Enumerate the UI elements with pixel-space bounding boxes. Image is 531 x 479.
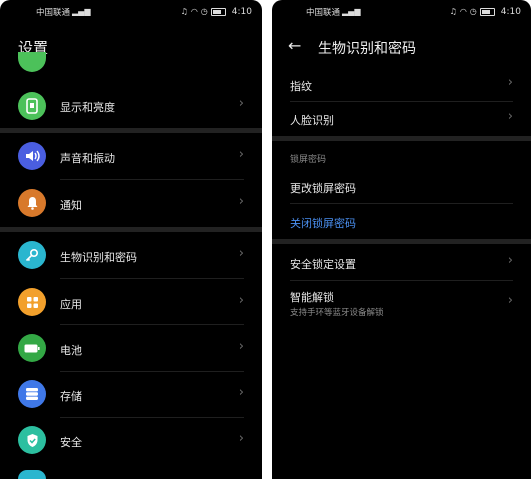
chevron-right-icon: ›: [238, 194, 244, 209]
settings-item-label: 应用: [60, 298, 82, 311]
carrier-label: 中国联通: [306, 8, 341, 18]
back-arrow-icon[interactable]: ←: [288, 36, 301, 55]
status-left: 中国联通 ▂▄▆: [36, 6, 91, 19]
alarm-icon: ◷: [469, 7, 477, 16]
settings-item-security[interactable]: 安全 ›: [0, 422, 262, 462]
item-face-recognition[interactable]: 人脸识别 ›: [272, 104, 531, 134]
signal-icon: ▂▄▆: [72, 7, 91, 16]
carrier-label: 中国联通: [36, 8, 71, 18]
settings-item-label: 声音和振动: [60, 152, 115, 165]
partial-top-icon: [18, 52, 46, 72]
item-security-lock-settings[interactable]: 安全锁定设置 ›: [272, 248, 531, 278]
settings-item-label: 安全: [60, 436, 82, 449]
partial-bottom-icon: [18, 470, 46, 479]
chevron-right-icon: ›: [238, 431, 244, 446]
row-divider: [60, 417, 244, 418]
sound-vibration-icon: [18, 142, 46, 170]
item-label: 安全锁定设置: [290, 258, 356, 271]
storage-icon: [18, 380, 46, 408]
settings-item-storage[interactable]: 存储 ›: [0, 376, 262, 416]
chevron-right-icon: ›: [507, 293, 513, 308]
section-header-lock-password: 锁屏密码: [290, 155, 327, 165]
row-divider: [290, 101, 513, 102]
battery-status-icon: [479, 8, 495, 16]
row-divider: [60, 324, 244, 325]
bell-icon: [18, 189, 46, 217]
music-icon: ♫: [180, 7, 188, 16]
music-icon: ♫: [449, 7, 457, 16]
chevron-right-icon: ›: [507, 109, 513, 124]
chevron-right-icon: ›: [238, 293, 244, 308]
item-change-lock-password[interactable]: 更改锁屏密码: [272, 172, 531, 202]
item-sublabel: 支持手环等蓝牙设备解锁: [290, 308, 384, 318]
item-label: 智能解锁: [290, 291, 334, 304]
item-label: 更改锁屏密码: [290, 182, 356, 195]
signal-icon: ▂▄▆: [342, 7, 361, 16]
clock: 4:10: [231, 7, 252, 17]
settings-item-display[interactable]: 显示和亮度 ›: [0, 88, 262, 124]
key-icon: [18, 241, 46, 269]
status-right: ♫ ◠ ◷ 4:10: [450, 7, 521, 17]
row-divider: [60, 179, 244, 180]
settings-screen: 中国联通 ▂▄▆ ♫ ◠ ◷ 4:10 设置 显示和亮度 › 声音和振动 › 通…: [0, 0, 262, 479]
page-title: 生物识别和密码: [318, 41, 416, 57]
shield-icon: [18, 426, 46, 454]
settings-item-label: 生物识别和密码: [60, 251, 137, 264]
status-right: ♫ ◠ ◷ 4:10: [181, 7, 252, 17]
row-divider: [60, 371, 244, 372]
chevron-right-icon: ›: [238, 385, 244, 400]
row-divider: [290, 280, 513, 281]
item-label: 指纹: [290, 80, 312, 93]
battery-icon: [18, 334, 46, 362]
status-left: 中国联通 ▂▄▆: [306, 6, 361, 19]
chevron-right-icon: ›: [507, 253, 513, 268]
group-separator: [0, 128, 262, 133]
settings-item-biometrics[interactable]: 生物识别和密码 ›: [0, 237, 262, 277]
group-separator: [272, 239, 531, 244]
settings-item-notifications[interactable]: 通知 ›: [0, 184, 262, 224]
settings-item-label: 通知: [60, 199, 82, 212]
item-smart-unlock[interactable]: 智能解锁 支持手环等蓝牙设备解锁 ›: [272, 284, 531, 324]
settings-item-label: 存储: [60, 390, 82, 403]
chevron-right-icon: ›: [238, 147, 244, 162]
battery-status-icon: [210, 8, 226, 16]
row-divider: [290, 203, 513, 204]
group-separator: [272, 136, 531, 141]
chevron-right-icon: ›: [238, 246, 244, 261]
wifi-icon: ◠: [459, 7, 467, 16]
biometrics-screen: 中国联通 ▂▄▆ ♫ ◠ ◷ 4:10 ← 生物识别和密码 指纹 › 人脸识别 …: [272, 0, 531, 479]
settings-item-apps[interactable]: 应用 ›: [0, 283, 262, 323]
group-separator: [0, 227, 262, 232]
apps-grid-icon: [18, 288, 46, 316]
wifi-icon: ◠: [190, 7, 198, 16]
item-label: 关闭锁屏密码: [290, 217, 356, 230]
item-disable-lock-password[interactable]: 关闭锁屏密码: [272, 207, 531, 237]
item-label: 人脸识别: [290, 114, 334, 127]
settings-item-sound[interactable]: 声音和振动 ›: [0, 138, 262, 178]
chevron-right-icon: ›: [238, 96, 244, 111]
chevron-right-icon: ›: [238, 339, 244, 354]
status-bar: 中国联通 ▂▄▆ ♫ ◠ ◷ 4:10: [272, 0, 531, 24]
alarm-icon: ◷: [200, 7, 208, 16]
clock: 4:10: [500, 7, 521, 17]
status-bar: 中国联通 ▂▄▆ ♫ ◠ ◷ 4:10: [0, 0, 262, 24]
settings-item-label: 显示和亮度: [60, 101, 115, 114]
chevron-right-icon: ›: [507, 75, 513, 90]
item-fingerprint[interactable]: 指纹 ›: [272, 70, 531, 100]
settings-item-label: 电池: [60, 344, 82, 357]
display-brightness-icon: [18, 92, 46, 120]
settings-item-battery[interactable]: 电池 ›: [0, 330, 262, 370]
row-divider: [60, 278, 244, 279]
